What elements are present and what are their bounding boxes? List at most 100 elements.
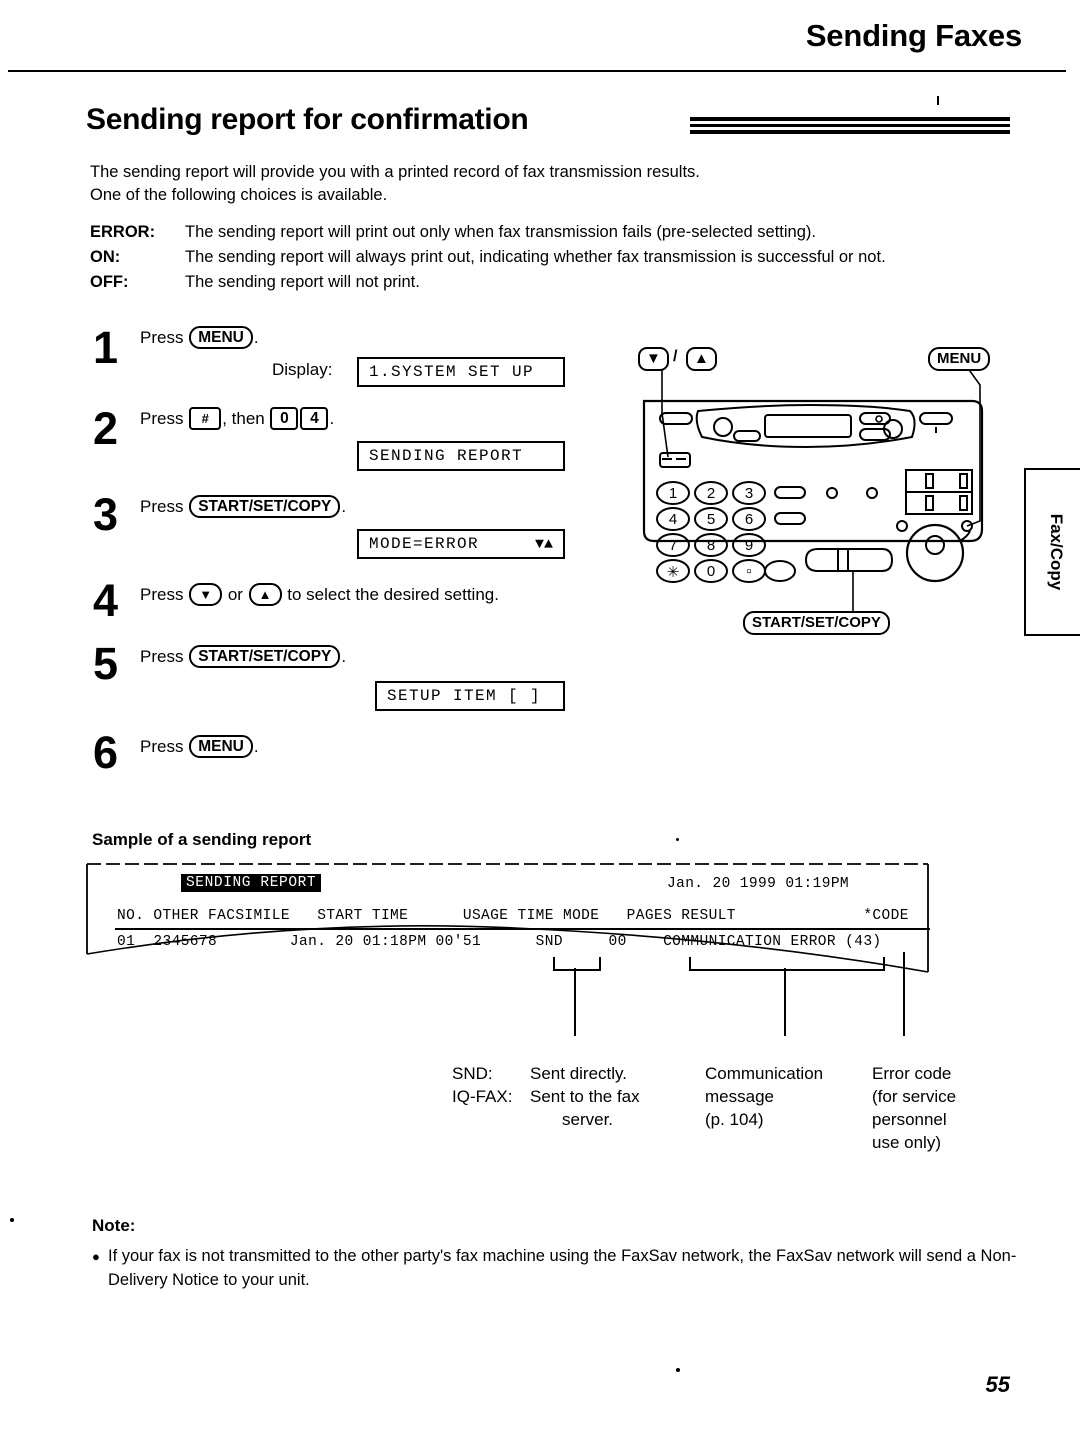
menu-key-chip[interactable]: MENU [189,735,253,758]
step-3-instruction: Press START/SET/COPY. [140,495,346,518]
svg-text:2: 2 [707,485,715,502]
step-6-instruction: Press MENU. [140,735,259,758]
step-3-period: . [341,497,347,516]
lcd-step-2-text: SENDING REPORT [369,447,524,465]
step-5-press-word: Press [140,647,184,666]
step-number-6: 6 [93,727,119,778]
start-set-copy-key-chip[interactable]: START/SET/COPY [189,495,341,518]
svg-text:6: 6 [745,511,753,528]
svg-text:▫: ▫ [746,563,751,580]
menu-key-chip[interactable]: MENU [189,326,253,349]
hash-key-chip[interactable]: # [189,407,222,430]
display-label: Display: [272,360,333,379]
step-5-period: . [341,647,347,666]
lcd-step-1-text: 1.SYSTEM SET UP [369,363,535,381]
svg-text:1: 1 [669,485,677,502]
callout-code-line-4: use only) [872,1133,941,1152]
step-4-instruction: Press ▼ or ▲ to select the desired setti… [140,583,499,606]
bullet-dot-icon: ● [92,1249,100,1264]
callout-code-line-1: Error code [872,1064,952,1083]
callout-mode-snd-value: Sent directly. [530,1064,628,1083]
callout-result: Communication message (p. 104) [705,1062,823,1131]
callout-code-line-2: (for service [872,1087,957,1106]
svg-text:✳: ✳ [667,564,680,581]
scan-artifact-dot [676,838,679,841]
callout-code-line-3: personnel [872,1110,947,1129]
callout-result-line-2: message [705,1087,774,1106]
callout-slash: / [673,348,678,365]
svg-text:3: 3 [745,485,753,502]
lcd-step-2: SENDING REPORT [357,441,565,471]
step-number-3: 3 [93,489,119,540]
fax-machine-illustration: 123 456 789 ✳ 0 ▫ ▼ / ▲ MENU START/SET/C… [610,345,1010,645]
start-set-copy-callout-chip[interactable]: START/SET/COPY [743,611,890,635]
machine-oval-button [764,560,796,582]
procedure-steps: 1 Press MENU. Display: 1.SYSTEM SET UP 2… [0,0,1080,1446]
callout-mode-iqfax-value: Sent to the fax [530,1087,640,1106]
step-2-instruction: Press #, then 04. [140,407,334,430]
step-4-mid: or [227,585,243,604]
start-set-copy-key-chip[interactable]: START/SET/COPY [189,645,341,668]
down-arrow-glyph: ▼ [646,350,661,367]
svg-text:4: 4 [669,511,677,528]
step-4-press-word: Press [140,585,184,604]
lcd-step-5-text: SETUP ITEM [ ] [387,687,542,705]
step-5-instruction: Press START/SET/COPY. [140,645,346,668]
menu-callout-chip[interactable]: MENU [928,347,991,371]
callout-mode-iqfax: IQ-FAX: Sent to the fax [452,1085,640,1108]
up-arrow-glyph: ▲ [694,350,709,367]
bracket-mode [553,957,601,971]
step-3-press-word: Press [140,497,184,516]
scan-artifact-dot [10,1218,14,1222]
four-key-chip[interactable]: 4 [300,407,329,430]
callout-mode: SND: Sent directly. IQ-FAX: Sent to the … [452,1062,640,1131]
step-6-period: . [253,737,259,756]
up-arrow-key-chip[interactable]: ▲ [248,583,282,606]
step-number-5: 5 [93,638,119,689]
sample-report-heading: Sample of a sending report [92,830,312,849]
svg-text:8: 8 [707,537,715,554]
side-index-tab-label: Fax/Copy [1047,513,1066,591]
callout-mode-snd-key: SND: [452,1064,493,1083]
page-number: 55 [985,1372,1010,1397]
down-arrow-key-chip[interactable]: ▼ [189,583,223,606]
callout-code: Error code (for service personnel use on… [872,1062,956,1154]
step-6-press-word: Press [140,737,184,756]
down-arrow-callout-chip[interactable]: ▼ [638,347,669,371]
step-1-instruction: Press MENU. [140,326,259,349]
leader-result [784,968,786,1036]
lcd-step-5: SETUP ITEM [ ] [375,681,565,711]
side-index-tab[interactable]: Fax/Copy [1024,468,1080,636]
lcd-step-3-arrows: ▼▲ [534,535,553,553]
step-number-2: 2 [93,403,119,454]
svg-text:7: 7 [669,537,677,554]
leader-mode [574,968,576,1036]
callout-mode-iqfax-key: IQ-FAX: [452,1087,513,1106]
document-page: Sending Faxes Sending report for confirm… [0,0,1080,1446]
step-4-tail: to select the desired setting. [287,585,499,604]
callout-mode-iqfax-value-cont: server. [562,1110,614,1129]
step-2-period: . [329,409,335,428]
step-number-4: 4 [93,575,119,626]
sample-report-figure: SENDING REPORT Jan. 20 1999 01:19PM NO. … [85,862,930,1012]
report-datestamp: Jan. 20 1999 01:19PM [667,876,850,892]
lcd-step-3: MODE=ERROR ▼▲ [357,529,565,559]
lcd-step-1: 1.SYSTEM SET UP [357,357,565,387]
callout-result-line-3: (p. 104) [705,1110,764,1129]
callout-mode-snd: SND: Sent directly. [452,1062,640,1085]
machine-start-bar [804,548,894,572]
callout-result-line-1: Communication [705,1064,824,1083]
leader-code [903,952,905,1036]
lcd-step-3-text: MODE=ERROR [369,535,480,553]
zero-key-chip[interactable]: 0 [270,407,299,430]
step-1-press-word: Press [140,328,184,347]
step-1-period: . [253,328,259,347]
note-heading: Note: [92,1216,136,1235]
up-arrow-callout-chip[interactable]: ▲ [686,347,717,371]
step-2-mid: , then [222,409,265,428]
report-header-underline [115,928,930,930]
step-number-1: 1 [93,322,119,373]
note-bullet-item: ● If your fax is not transmitted to the … [92,1244,1017,1292]
note-bullet-text: If your fax is not transmitted to the ot… [108,1247,1017,1289]
svg-text:5: 5 [707,511,715,528]
